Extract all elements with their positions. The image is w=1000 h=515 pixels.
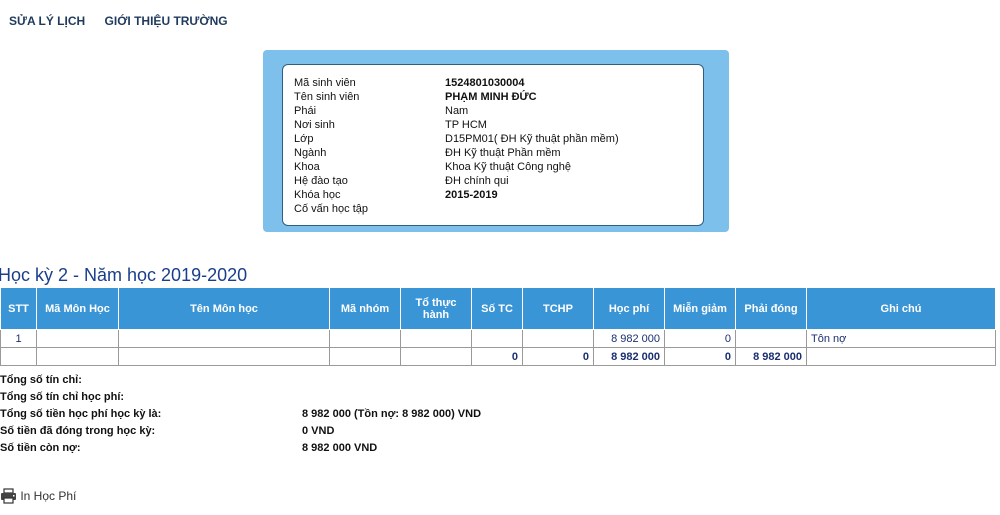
info-label: Khóa học bbox=[294, 189, 341, 201]
info-value: 1524801030004 bbox=[445, 77, 525, 89]
student-info-row: Mã sinh viên 1524801030004 bbox=[294, 76, 525, 90]
summary-label: Tổng số tiền học phí học kỳ là: bbox=[0, 408, 162, 420]
summary-row: Số tiền đã đóng trong học kỳ: 0 VND bbox=[0, 423, 334, 440]
info-label: Hệ đào tạo bbox=[294, 175, 348, 187]
table-cell bbox=[735, 329, 807, 348]
summary-row: Số tiền còn nợ: 8 982 000 VND bbox=[0, 440, 377, 457]
table-cell bbox=[329, 329, 401, 348]
table-cell bbox=[471, 329, 523, 348]
info-label: Khoa bbox=[294, 161, 320, 173]
column-header: Miễn giảm bbox=[664, 287, 736, 330]
info-label: Phái bbox=[294, 105, 317, 117]
table-cell: 0 bbox=[522, 347, 594, 366]
info-value: 2015-2019 bbox=[445, 189, 498, 201]
column-header: Ghi chú bbox=[806, 287, 996, 330]
info-value: TP HCM bbox=[445, 119, 487, 131]
summary-label: Số tiền đã đóng trong học kỳ: bbox=[0, 425, 156, 437]
nav-school-intro[interactable]: GIỚI THIỆU TRƯỜNG bbox=[105, 14, 228, 28]
table-cell bbox=[329, 347, 401, 366]
column-header: TCHP bbox=[522, 287, 594, 330]
summary-value: 0 VND bbox=[302, 425, 335, 437]
column-header: STT bbox=[0, 287, 37, 330]
nav-edit-profile[interactable]: SỬA LÝ LỊCH bbox=[9, 14, 85, 28]
summary-label: Tổng số tín chỉ: bbox=[0, 374, 82, 386]
table-cell: 0 bbox=[664, 329, 736, 348]
table-cell bbox=[118, 329, 330, 348]
table-cell bbox=[400, 329, 472, 348]
info-label: Tên sinh viên bbox=[294, 91, 360, 103]
printer-icon bbox=[0, 488, 20, 504]
column-header: Tên Môn học bbox=[118, 287, 330, 330]
info-label: Mã sinh viên bbox=[294, 77, 356, 89]
info-label: Nơi sinh bbox=[294, 119, 335, 131]
student-info-row: Nơi sinh TP HCM bbox=[294, 118, 487, 132]
info-value: Nam bbox=[445, 105, 469, 117]
table-cell bbox=[806, 347, 996, 366]
summary-label: Số tiền còn nợ: bbox=[0, 442, 81, 454]
column-header: Mã nhóm bbox=[329, 287, 401, 330]
table-cell: 0 bbox=[471, 347, 523, 366]
column-header: Tổ thực hành bbox=[400, 287, 472, 330]
semester-title: Học kỳ 2 - Năm học 2019-2020 bbox=[0, 265, 248, 285]
info-value: D15PM01( ĐH Kỹ thuật phần mềm) bbox=[445, 133, 619, 145]
table-cell bbox=[36, 329, 119, 348]
student-info-row: Cố vấn học tập bbox=[294, 202, 445, 216]
table-cell: 8 982 000 bbox=[593, 347, 665, 366]
student-info-panel: Mã sinh viên 1524801030004 Tên sinh viên PH… bbox=[263, 50, 729, 232]
table-cell bbox=[0, 347, 37, 366]
table-row: 1 8 982 000 0 Tôn nợ bbox=[0, 329, 996, 348]
top-nav: SỬA LÝ LỊCH GIỚI THIỆU TRƯỜNG bbox=[9, 14, 244, 28]
table-total-row: 008 982 000 0 8 982 000 bbox=[0, 347, 996, 366]
student-info-row: Ngành ĐH Kỹ thuật Phần mềm bbox=[294, 146, 561, 160]
info-value: ĐH chính qui bbox=[445, 175, 509, 187]
summary-row: Tổng số tín chỉ học phí: bbox=[0, 389, 161, 406]
table-header-row: STT Mã Môn Học Tên Môn học Mã nhóm Tổ thực h… bbox=[0, 287, 996, 330]
column-header: Số TC bbox=[471, 287, 523, 330]
column-header: Phải đóng bbox=[735, 287, 807, 330]
info-label: Lớp bbox=[294, 133, 314, 145]
info-value: PHẠM MINH ĐỨC bbox=[445, 91, 537, 103]
summary-value: 8 982 000 VND bbox=[302, 442, 378, 454]
table-cell: 8 982 000 bbox=[735, 347, 807, 366]
column-header: Mã Môn Học bbox=[36, 287, 119, 330]
column-header: Học phí bbox=[593, 287, 665, 330]
fee-summary: Tổng số tín chỉ: Tổng số tín chỉ học phí:… bbox=[0, 372, 481, 457]
table-cell bbox=[522, 329, 594, 348]
student-info-row: Khóa học 2015-2019 bbox=[294, 188, 498, 202]
table-cell bbox=[118, 347, 330, 366]
student-info-row: Phái Nam bbox=[294, 104, 468, 118]
student-info-row: Tên sinh viên PHẠM MINH ĐỨC bbox=[294, 90, 537, 104]
fee-table: STT Mã Môn Học Tên Môn học Mã nhóm Tổ thực h… bbox=[0, 287, 996, 366]
table-cell: 1 bbox=[0, 329, 37, 348]
summary-row: Tổng số tín chỉ: bbox=[0, 372, 161, 389]
table-cell bbox=[36, 347, 119, 366]
print-fee-link[interactable]: In Học Phí bbox=[0, 488, 76, 504]
student-info-row: Hệ đào tạo ĐH chính qui bbox=[294, 174, 509, 188]
student-info-row: Khoa Khoa Kỹ thuật Công nghệ bbox=[294, 160, 571, 174]
info-label: Ngành bbox=[294, 147, 327, 159]
student-info-row: Lớp D15PM01( ĐH Kỹ thuật phần mềm) bbox=[294, 132, 619, 146]
summary-value: 8 982 000 (Tồn nợ: 8 982 000) VND bbox=[302, 408, 482, 420]
student-info-card: Mã sinh viên 1524801030004 Tên sinh viên PH… bbox=[282, 64, 704, 226]
table-cell: Tôn nợ bbox=[806, 329, 996, 348]
table-cell: 0 bbox=[664, 347, 736, 366]
info-label: Cố vấn học tập bbox=[294, 203, 368, 215]
table-cell bbox=[400, 347, 472, 366]
info-value: Khoa Kỹ thuật Công nghệ bbox=[445, 161, 571, 173]
summary-label: Tổng số tín chỉ học phí: bbox=[0, 391, 125, 403]
table-cell: 8 982 000 bbox=[593, 329, 665, 348]
info-value: ĐH Kỹ thuật Phần mềm bbox=[445, 147, 561, 159]
summary-row: Tổng số tiền học phí học kỳ là: 8 982 000… bbox=[0, 406, 481, 423]
print-fee-label: In Học Phí bbox=[20, 489, 77, 503]
